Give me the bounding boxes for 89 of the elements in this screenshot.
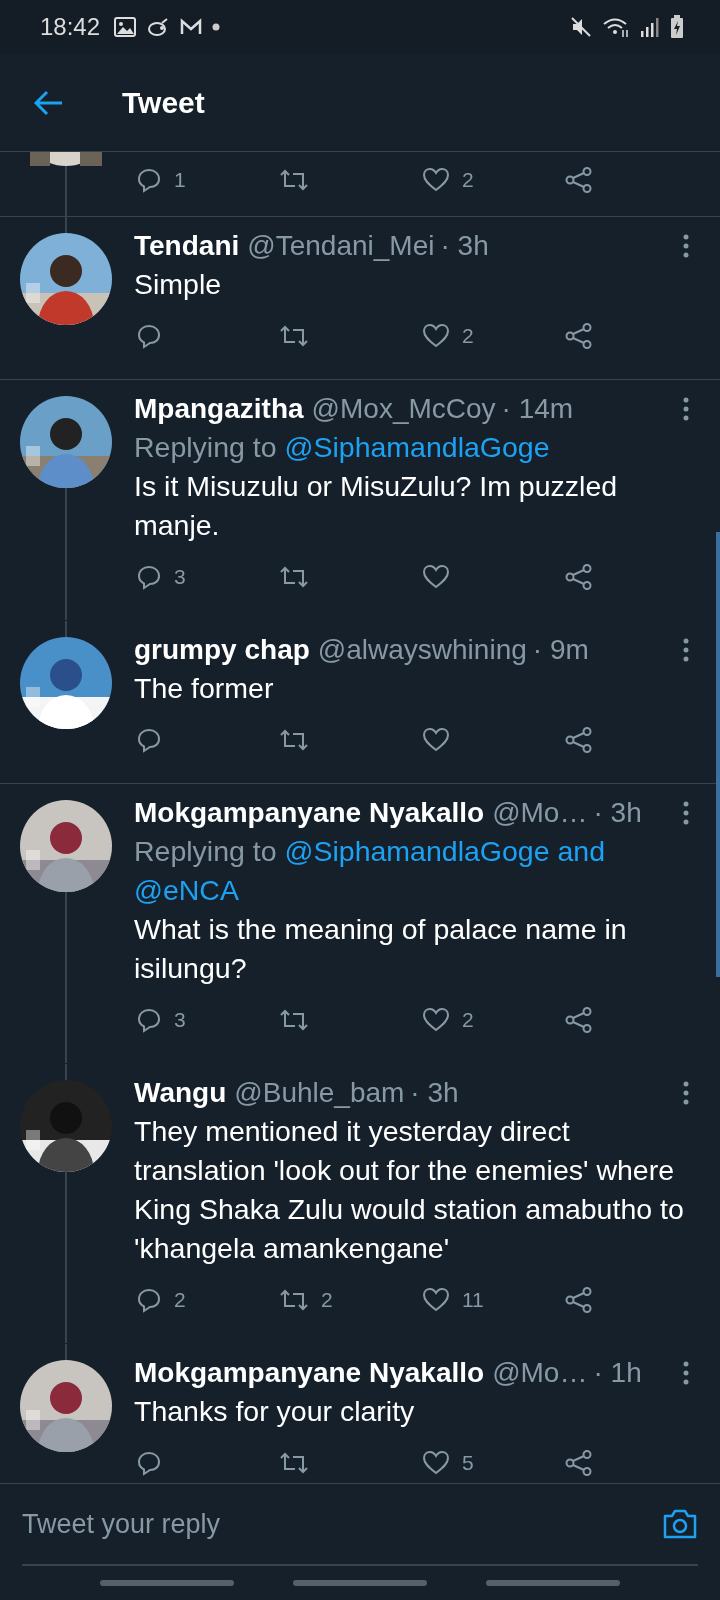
share-icon[interactable] [565,323,593,349]
like-count: 2 [462,324,474,348]
more-options-icon[interactable] [682,801,690,825]
user-handle: @alwayswhining [317,633,527,667]
scrollbar[interactable] [716,532,720,977]
tweet-text: Thanks for your clarity [134,1394,416,1429]
like-count: 5 [462,1451,474,1475]
timestamp: · 3h [410,1076,459,1110]
share-icon[interactable] [565,564,593,590]
user-name[interactable]: grumpy chap [134,631,310,669]
more-options-icon[interactable] [682,1081,690,1105]
heart-icon[interactable] [422,564,450,590]
share-icon[interactable] [565,727,593,753]
user-handle: @Mox_McCoy [311,392,496,426]
reply-count: 3 [174,565,186,589]
more-options-icon[interactable] [682,638,690,662]
tweet-text: The former [134,671,275,706]
user-handle: @Tendani_Mei [247,229,435,263]
share-icon[interactable] [565,167,593,193]
user-handle: @Mo… [492,1356,588,1390]
nav-handle[interactable] [293,1580,427,1586]
user-name[interactable]: Wangu [134,1074,227,1112]
more-options-icon[interactable] [682,397,690,421]
user-handle: @Buhle_bam [234,1076,405,1110]
heart-icon[interactable] [422,1007,450,1033]
nav-handle[interactable] [99,1580,234,1586]
retweet-icon[interactable] [279,728,309,752]
more-options-icon[interactable] [682,1361,690,1385]
reply-input-field[interactable]: Tweet your reply [22,1508,662,1540]
reply-icon[interactable] [136,323,162,349]
back-arrow-icon[interactable] [34,89,64,116]
retweet-icon[interactable] [279,168,309,192]
image-icon [114,17,137,37]
reply-count: 1 [174,168,186,192]
reply-icon[interactable] [136,167,162,193]
reply-count: 2 [174,1288,186,1312]
reply-icon[interactable] [136,1287,162,1313]
tweet-text: Is it Misuzulu or MisuZulu? Im puzzled manje. [134,469,619,543]
tweet-text: They mentioned it yesterday direct translation 'look out for the enemies' where King Shaka Zulu would station amabutho to 'khangela amankengane' [134,1114,685,1266]
reply-icon[interactable] [136,1450,162,1476]
share-icon[interactable] [565,1287,593,1313]
share-icon[interactable] [565,1450,593,1476]
screen-title: Tweet [122,85,205,120]
heart-icon[interactable] [422,167,450,193]
share-icon[interactable] [565,1007,593,1033]
mention-link[interactable]: @SiphamandlaGoge [284,431,550,463]
retweet-icon[interactable] [279,1451,309,1475]
mute-icon [570,16,592,38]
nav-handle[interactable] [486,1580,621,1586]
signal-icon [640,17,660,37]
timestamp: · 14m [501,392,574,426]
heart-icon[interactable] [422,323,450,349]
user-name[interactable]: Tendani [134,227,240,265]
mention-link[interactable]: @eNCA [134,874,239,906]
camera-icon[interactable] [662,1508,698,1540]
timestamp: · 1h [593,1356,642,1390]
timestamp: · 3h [593,796,642,830]
mention-link[interactable]: @SiphamandlaGoge and [284,835,605,867]
reply-count: 3 [174,1008,186,1032]
user-name[interactable]: Mokgampanyane Nyakallo [134,794,485,832]
user-handle: @Mo… [492,796,588,830]
tweet-text: What is the meaning of palace name in isilungu? [134,912,628,986]
like-count: 11 [462,1288,484,1312]
reply-icon[interactable] [136,564,162,590]
notification-dot-icon [212,23,221,31]
reply-icon[interactable] [136,727,162,753]
retweet-icon[interactable] [279,1288,309,1312]
replying-label: Replying to [134,431,277,463]
reply-icon[interactable] [136,1007,162,1033]
mail-icon [180,18,203,36]
battery-icon [670,15,684,39]
replying-label: Replying to [134,835,277,867]
heart-icon[interactable] [422,1287,450,1313]
like-count: 2 [462,168,474,192]
heart-icon[interactable] [422,1450,450,1476]
timestamp: · 9m [532,633,589,667]
wifi-icon [602,16,630,38]
clock: 18:42 [40,13,101,41]
timestamp: · 3h [440,229,489,263]
retweet-icon[interactable] [279,324,309,348]
retweet-count: 2 [321,1288,333,1312]
retweet-icon[interactable] [279,565,309,589]
more-options-icon[interactable] [682,234,690,258]
heart-icon[interactable] [422,727,450,753]
user-name[interactable]: Mpangazitha [134,390,304,428]
retweet-icon[interactable] [279,1008,309,1032]
tweet-text: Simple [134,267,223,302]
user-name[interactable]: Mokgampanyane Nyakallo [134,1354,485,1392]
like-count: 2 [462,1008,474,1032]
